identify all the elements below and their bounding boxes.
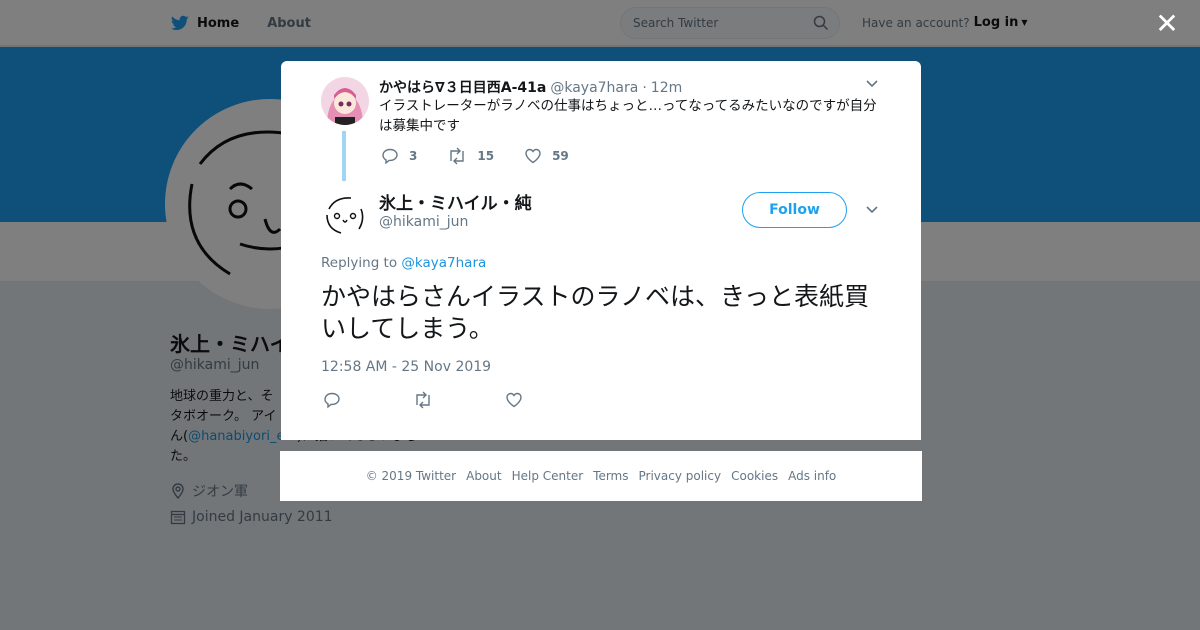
close-icon[interactable]: ✕ bbox=[1155, 10, 1179, 38]
parent-avatar[interactable] bbox=[321, 77, 369, 125]
parent-header: かやはら∇３日目西A-41a @kaya7hara · 12m bbox=[379, 77, 682, 97]
like-count: 59 bbox=[552, 149, 569, 163]
reply-icon bbox=[324, 392, 340, 409]
replying-to-link[interactable]: @kaya7hara bbox=[401, 255, 486, 271]
replying-to: Replying to @kaya7hara bbox=[321, 255, 486, 271]
reply-icon bbox=[382, 148, 398, 165]
replying-prefix: Replying to bbox=[321, 255, 398, 271]
footer-ads-link[interactable]: Ads info bbox=[788, 469, 836, 483]
retweet-action[interactable]: 15 bbox=[447, 147, 494, 165]
retweet-count: 15 bbox=[477, 149, 495, 163]
footer-copyright: © 2019 Twitter bbox=[365, 469, 457, 483]
chevron-down-icon[interactable] bbox=[865, 205, 879, 218]
face-doodle-icon bbox=[321, 189, 369, 237]
retweet-icon bbox=[416, 391, 430, 409]
footer-links: © 2019 Twitter About Help Center Terms P… bbox=[280, 451, 922, 501]
heart-icon bbox=[506, 392, 522, 408]
main-actions bbox=[323, 391, 595, 409]
parent-time[interactable]: 12m bbox=[651, 80, 682, 96]
retweet-icon bbox=[450, 147, 465, 165]
tweet-timestamp[interactable]: 12:58 AM - 25 Nov 2019 bbox=[321, 359, 491, 375]
main-avatar[interactable] bbox=[321, 189, 369, 237]
reply-action[interactable]: 3 bbox=[381, 147, 417, 165]
tweet-modal: かやはら∇３日目西A-41a @kaya7hara · 12m イラストレーター… bbox=[281, 61, 921, 440]
footer-terms-link[interactable]: Terms bbox=[593, 469, 628, 483]
footer-cookies-link[interactable]: Cookies bbox=[731, 469, 778, 483]
footer-about-link[interactable]: About bbox=[466, 469, 501, 483]
main-author-handle[interactable]: @hikami_jun bbox=[379, 214, 468, 230]
chevron-down-icon[interactable] bbox=[865, 79, 879, 92]
follow-button[interactable]: Follow bbox=[742, 192, 847, 228]
parent-tweet-text: イラストレーターがラノベの仕事はちょっと…ってなってるみたいなのですが自分は募集… bbox=[379, 98, 877, 134]
anime-avatar-icon bbox=[321, 77, 369, 125]
main-author-name[interactable]: 氷上・ミハイル・純 bbox=[379, 189, 532, 214]
parent-author-handle[interactable]: @kaya7hara bbox=[550, 80, 638, 96]
like-action[interactable]: 59 bbox=[524, 147, 569, 165]
like-action[interactable] bbox=[505, 391, 533, 409]
footer-help-link[interactable]: Help Center bbox=[512, 469, 584, 483]
footer-privacy-link[interactable]: Privacy policy bbox=[639, 469, 722, 483]
parent-actions: 3 15 59 bbox=[381, 147, 599, 165]
thread-connector bbox=[342, 131, 346, 181]
retweet-action[interactable] bbox=[413, 391, 443, 409]
main-tweet-text: かやはらさんイラストのラノベは、きっと表紙買いしてしまう。 bbox=[321, 282, 870, 343]
heart-icon bbox=[525, 148, 541, 164]
parent-author-name[interactable]: かやはら∇３日目西A-41a bbox=[379, 77, 546, 97]
separator-dot: · bbox=[642, 80, 647, 96]
reply-action[interactable] bbox=[323, 391, 351, 409]
reply-count: 3 bbox=[409, 149, 418, 163]
